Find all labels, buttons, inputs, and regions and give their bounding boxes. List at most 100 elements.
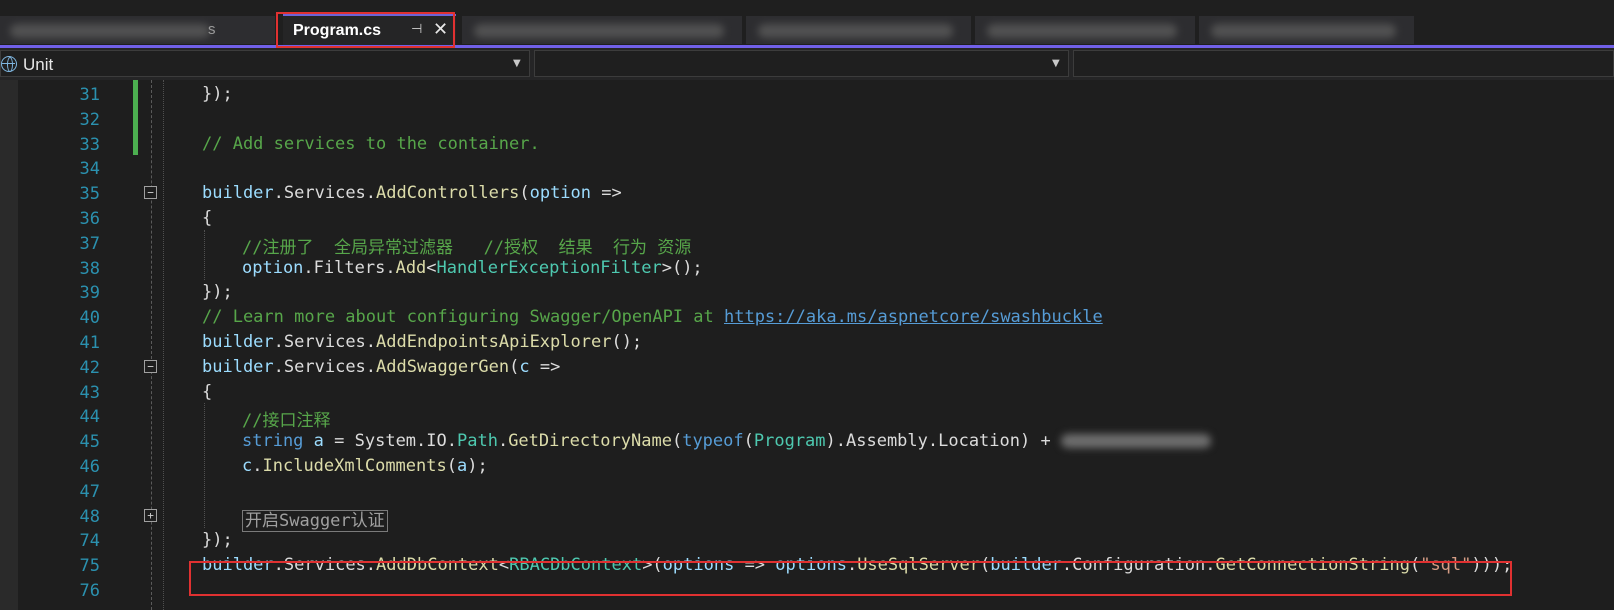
code-link[interactable]: https://aka.ms/aspnetcore/swashbuckle [724, 307, 1103, 327]
code-token: typeof [682, 431, 744, 452]
document-tab[interactable] [975, 16, 1195, 44]
line-number: 76 [79, 581, 100, 601]
redacted-tab-title [10, 24, 210, 38]
line-number: 34 [79, 159, 100, 180]
code-token: . [385, 257, 396, 278]
code-text: string a = System.IO.Path.GetDirectoryNa… [242, 431, 1211, 451]
code-line[interactable]: 42− builder.Services.AddSwaggerGen(c => [0, 355, 1614, 380]
code-token: >(); [661, 257, 703, 278]
code-line[interactable]: 40 // Learn more about configuring Swagge… [0, 305, 1614, 330]
document-tab[interactable] [746, 16, 971, 44]
line-number: 47 [79, 481, 100, 502]
code-line[interactable]: 33 // Add services to the container. [0, 132, 1614, 157]
line-number: 35 [79, 184, 100, 205]
code-line[interactable]: 31}); [0, 82, 1614, 107]
code-text: }); [202, 84, 233, 104]
line-number: 37 [79, 233, 100, 254]
code-line[interactable]: 46 c.IncludeXmlComments(a); [0, 454, 1614, 479]
line-number: 75 [79, 556, 100, 577]
code-text: }); [202, 530, 233, 550]
code-token: AddEndpointsApiExplorer [376, 332, 612, 352]
document-tab[interactable] [1199, 16, 1414, 44]
code-line[interactable]: 41 builder.Services.AddEndpointsApiExplor… [0, 330, 1614, 355]
code-token: Services [283, 356, 366, 377]
code-token: . [365, 332, 377, 352]
line-number: 31 [79, 85, 100, 105]
type-dropdown[interactable]: ▼ [534, 50, 1069, 77]
line-number: 40 [79, 308, 100, 329]
code-token: Services [283, 183, 366, 204]
code-token: < [426, 257, 437, 278]
redacted-tab-title [987, 24, 1177, 38]
code-token: a [456, 456, 468, 476]
line-number: 74 [79, 531, 100, 552]
code-text: builder.Services.AddControllers(option =… [202, 183, 622, 203]
code-token: (); [611, 332, 643, 352]
code-token: . [273, 356, 284, 377]
project-dropdown[interactable]: Unit ▼ [0, 50, 530, 77]
code-line[interactable]: 38 option.Filters.Add<HandlerExceptionFil… [0, 256, 1614, 281]
code-text: option.Filters.Add<HandlerExceptionFilte… [242, 258, 703, 278]
code-line[interactable]: 37 //注册了 全局异常过滤器 //授权 结果 行为 资源 [0, 231, 1614, 258]
code-token: => [591, 183, 622, 204]
code-line[interactable]: 48 + 开启Swagger认证 [0, 504, 1614, 532]
code-token: // Add services to the container. [202, 133, 540, 154]
code-token: . [252, 456, 263, 476]
redacted-tab-title [758, 24, 953, 38]
tab-title-tail: s [208, 21, 216, 38]
code-text: { [202, 382, 212, 402]
redacted-tab-title [1211, 24, 1396, 38]
navigation-bar: Unit ▼ ▼ [0, 48, 1614, 80]
document-tab[interactable] [462, 16, 742, 44]
document-tab[interactable]: s [0, 16, 275, 44]
code-line[interactable]: 32 [0, 107, 1614, 132]
line-number: 42 [79, 357, 100, 378]
code-line[interactable]: 34 [0, 156, 1614, 181]
code-line[interactable]: 39}); [0, 280, 1614, 305]
globe-icon [1, 56, 17, 72]
code-token: Path [456, 431, 498, 452]
collapse-icon[interactable]: − [144, 186, 157, 200]
code-token: }); [202, 530, 233, 551]
line-number: 41 [79, 333, 100, 353]
code-token: option [529, 183, 592, 204]
code-token: option [242, 257, 304, 278]
code-line[interactable]: 74}); [0, 528, 1614, 553]
code-line[interactable]: 44 //接口注释 [0, 404, 1614, 431]
member-dropdown[interactable] [1073, 50, 1614, 77]
line-number: 39 [79, 283, 100, 304]
code-text: //注册了 全局异常过滤器 //授权 结果 行为 资源 [242, 233, 691, 258]
code-token: c [519, 356, 530, 377]
code-line[interactable]: 35 − builder.Services.AddControllers(optio… [0, 181, 1614, 206]
code-text: builder.Services.AddEndpointsApiExplorer… [202, 332, 642, 352]
line-number: 36 [79, 209, 100, 229]
code-line[interactable]: 45 string a = System.IO.Path.GetDirectory… [0, 429, 1614, 454]
redacted-tab-title [474, 24, 724, 38]
code-token: AddControllers [376, 183, 520, 204]
code-token: . [365, 183, 377, 204]
code-token: c [242, 456, 253, 476]
expand-icon[interactable]: + [144, 508, 157, 522]
code-token: . [273, 332, 284, 352]
code-line[interactable]: 47 [0, 479, 1614, 504]
code-token: Services [283, 332, 366, 352]
annotation-box-code [189, 561, 1512, 596]
line-number: 44 [79, 407, 100, 428]
line-number: 48 [79, 506, 100, 527]
code-text: }); [202, 282, 233, 302]
code-line[interactable]: 43 { [0, 380, 1614, 405]
code-token: IncludeXmlComments [262, 456, 447, 476]
code-token: ( [743, 431, 754, 452]
code-token: builder [202, 356, 274, 377]
code-line[interactable]: 36 { [0, 206, 1614, 231]
code-token: . [365, 356, 377, 377]
project-name: Unit [23, 55, 54, 74]
code-editor[interactable]: 31}); 32 33// Add services to the containe… [0, 80, 1614, 610]
code-token: a [313, 431, 324, 452]
redacted-code [1060, 434, 1211, 449]
collapse-icon[interactable]: − [144, 359, 157, 373]
line-number: 32 [79, 109, 100, 130]
code-token: }); [202, 282, 233, 303]
chevron-down-icon: ▼ [513, 58, 521, 69]
